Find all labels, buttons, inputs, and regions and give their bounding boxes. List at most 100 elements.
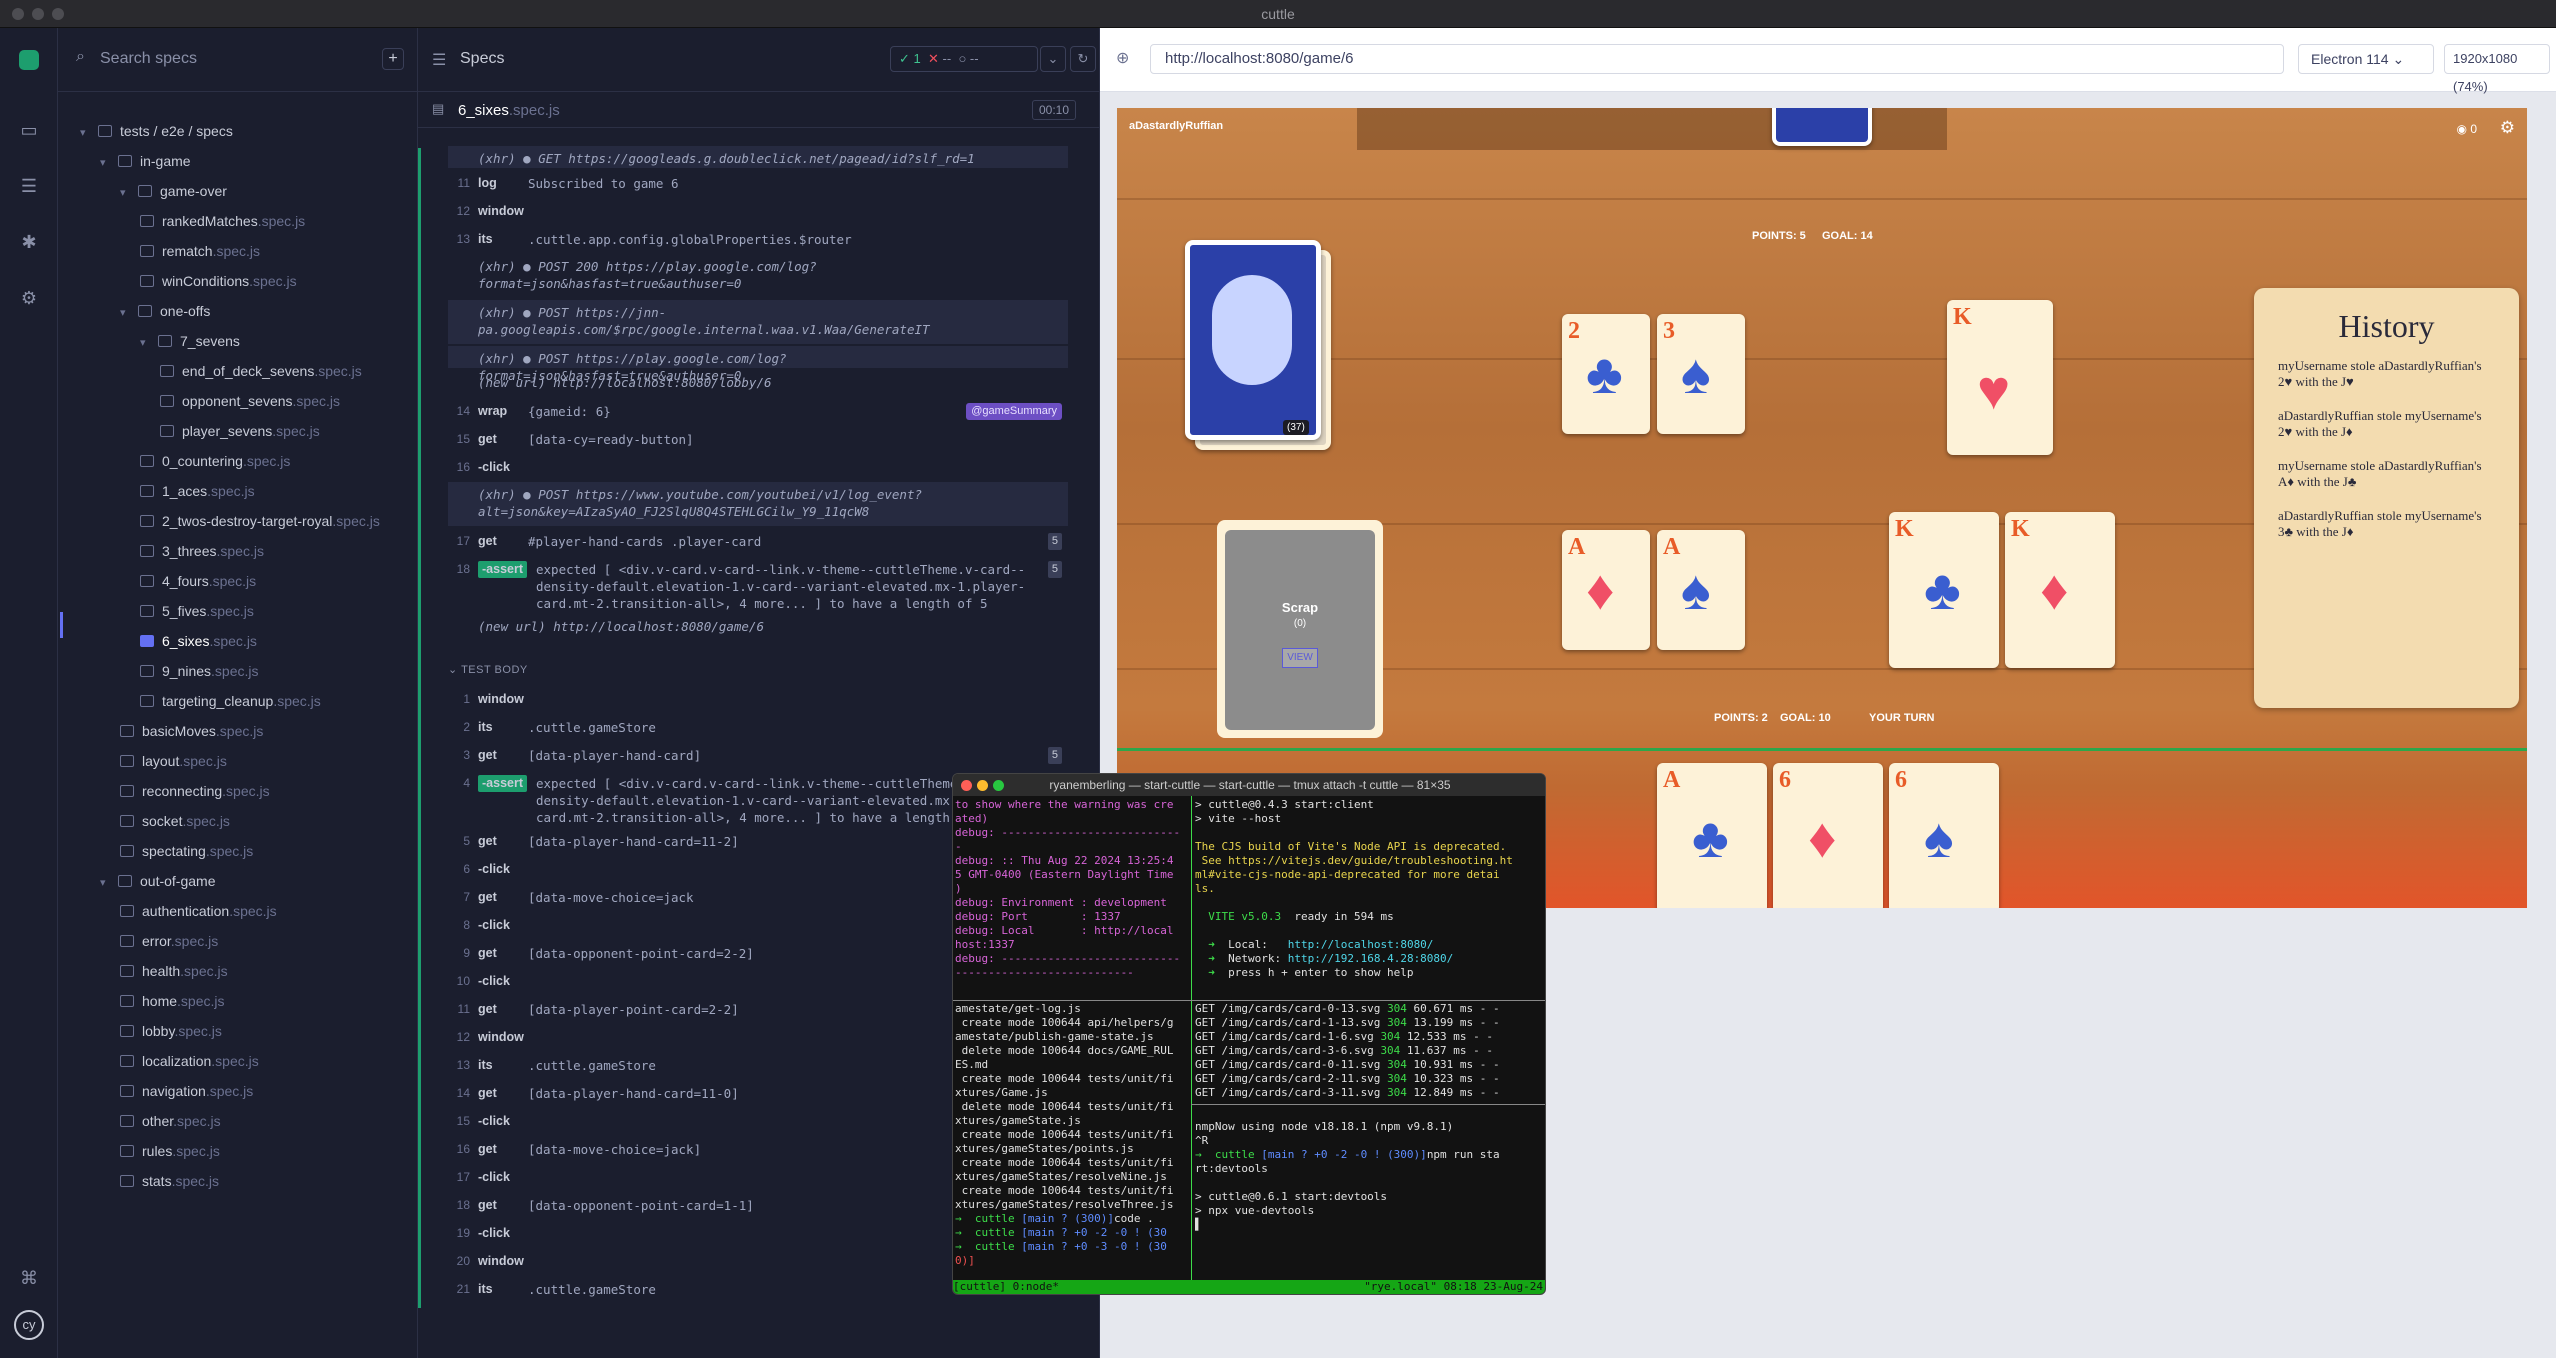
event-row[interactable]: (xhr) ● POST https://www.youtube.com/you…: [448, 482, 1068, 526]
new-spec-button[interactable]: +: [382, 48, 404, 70]
runs-nav-icon[interactable]: ☰: [17, 174, 41, 198]
spec-file[interactable]: 4_fours.spec.js: [140, 566, 256, 596]
settings-gear-icon[interactable]: ⚙: [17, 286, 41, 310]
deck-card[interactable]: [1185, 240, 1321, 440]
command-number: 13: [456, 232, 470, 246]
spec-file[interactable]: health.spec.js: [120, 956, 228, 986]
view-scrap-button[interactable]: VIEW: [1282, 648, 1318, 668]
spec-file[interactable]: targeting_cleanup.spec.js: [140, 686, 321, 716]
spec-file[interactable]: opponent_sevens.spec.js: [160, 386, 340, 416]
terminal-close-button[interactable]: [961, 780, 972, 791]
tree-folder[interactable]: ▾ in-game: [100, 146, 191, 176]
cypress-logo-icon[interactable]: cy: [14, 1310, 44, 1340]
settings-gear-icon[interactable]: ⚙: [2500, 118, 2515, 138]
hand-card[interactable]: 6 ♦: [1773, 763, 1883, 908]
command-name: -click: [478, 974, 510, 988]
viewport-select[interactable]: 1920x1080 (74%): [2444, 44, 2550, 94]
terminal-zoom-button[interactable]: [993, 780, 1004, 791]
event-row[interactable]: (xhr) ● POST 200 https://play.google.com…: [448, 254, 1068, 298]
command-row[interactable]: 3 get [data-player-hand-card] 5: [448, 742, 1068, 768]
tree-ext: .spec.js: [179, 753, 227, 769]
player-royal-card[interactable]: K ♣: [1889, 512, 1999, 668]
event-row[interactable]: (xhr) ● GET https://googleads.g.doublecl…: [448, 146, 1068, 168]
spec-file[interactable]: socket.spec.js: [120, 806, 230, 836]
spec-file[interactable]: localization.spec.js: [120, 1046, 259, 1076]
failed-count: --: [942, 51, 952, 66]
spec-file[interactable]: layout.spec.js: [120, 746, 227, 776]
spec-file[interactable]: stats.spec.js: [120, 1166, 219, 1196]
tree-folder[interactable]: ▾ game-over: [120, 176, 227, 206]
terminal-minimize-button[interactable]: [977, 780, 988, 791]
terminal-window[interactable]: ryanemberling — start-cuttle — start-cut…: [952, 773, 1546, 1295]
event-row[interactable]: (xhr) ● POST https://jnn-pa.googleapis.c…: [448, 300, 1068, 344]
opponent-royal-card[interactable]: K ♥: [1947, 300, 2053, 455]
event-row[interactable]: (new url) http://localhost:8080/game/6: [448, 614, 1068, 638]
rerun-icon[interactable]: ↻: [1070, 46, 1096, 72]
command-row[interactable]: 14 wrap {gameid: 6} @gameSummary: [448, 398, 1068, 424]
command-row[interactable]: 13 its .cuttle.app.config.globalProperties…: [448, 226, 1068, 252]
specs-list-icon[interactable]: ☰: [432, 50, 446, 70]
tree-folder[interactable]: ▾ out-of-game: [100, 866, 215, 896]
spec-file[interactable]: navigation.spec.js: [120, 1076, 253, 1106]
event-row[interactable]: (new url) http://localhost:8080/lobby/6: [448, 370, 1068, 396]
tree-ext: .spec.js: [173, 1113, 221, 1129]
url-bar[interactable]: http://localhost:8080/game/6: [1150, 44, 2284, 74]
tree-folder[interactable]: ▾ one-offs: [120, 296, 210, 326]
spec-file[interactable]: 5_fives.spec.js: [140, 596, 254, 626]
hand-card[interactable]: A ♣: [1657, 763, 1767, 908]
spec-file[interactable]: 2_twos-destroy-target-royal.spec.js: [140, 506, 380, 536]
browser-select[interactable]: Electron 114 ⌄: [2298, 44, 2434, 74]
event-row[interactable]: (xhr) ● POST https://play.google.com/log…: [448, 346, 1068, 383]
spec-file[interactable]: other.spec.js: [120, 1106, 221, 1136]
tree-folder[interactable]: ▾ 7_sevens: [140, 326, 240, 356]
crosshair-selector-icon[interactable]: ⊕: [1116, 48, 1129, 68]
scrap-pile[interactable]: Scrap (0) VIEW: [1217, 520, 1383, 738]
player-royal-card[interactable]: K ♦: [2005, 512, 2115, 668]
chevron-down-icon[interactable]: ⌄: [1040, 46, 1066, 72]
command-row[interactable]: 12 window: [448, 198, 1068, 224]
command-row[interactable]: 17 get #player-hand-cards .player-card 5: [448, 528, 1068, 554]
hand-card[interactable]: 6 ♠: [1889, 763, 1999, 908]
spec-file[interactable]: player_sevens.spec.js: [160, 416, 320, 446]
player-point-card[interactable]: A ♦: [1562, 530, 1650, 650]
player-point-card[interactable]: A ♠: [1657, 530, 1745, 650]
spec-file[interactable]: rankedMatches.spec.js: [140, 206, 305, 236]
spec-file[interactable]: home.spec.js: [120, 986, 225, 1016]
command-row[interactable]: 15 get [data-cy=ready-button]: [448, 426, 1068, 452]
opponent-point-card[interactable]: 2 ♣: [1562, 314, 1650, 434]
project-icon[interactable]: [19, 50, 39, 70]
debug-nav-icon[interactable]: ✱: [17, 230, 41, 254]
command-row[interactable]: 11 log Subscribed to game 6: [448, 170, 1068, 196]
test-body-header[interactable]: ⌄ TEST BODY: [448, 663, 528, 676]
spec-file[interactable]: spectating.spec.js: [120, 836, 253, 866]
spec-file[interactable]: authentication.spec.js: [120, 896, 277, 926]
command-row[interactable]: 18 -assert expected [ <div.v-card.v-card--…: [448, 556, 1068, 612]
command-row[interactable]: 16 -click: [448, 454, 1068, 480]
spec-file[interactable]: 0_countering.spec.js: [140, 446, 290, 476]
spec-file[interactable]: 3_threes.spec.js: [140, 536, 264, 566]
spec-file[interactable]: rules.spec.js: [120, 1136, 220, 1166]
command-number: 15: [456, 432, 470, 446]
tree-root-folder[interactable]: ▾ tests / e2e / specs: [80, 116, 233, 146]
spec-file[interactable]: error.spec.js: [120, 926, 218, 956]
tree-ext: .spec.js: [211, 1053, 259, 1069]
opponent-point-card[interactable]: 3 ♠: [1657, 314, 1745, 434]
spec-file[interactable]: winConditions.spec.js: [140, 266, 297, 296]
spec-file[interactable]: basicMoves.spec.js: [120, 716, 263, 746]
spec-file[interactable]: 1_aces.spec.js: [140, 476, 255, 506]
spec-file[interactable]: lobby.spec.js: [120, 1016, 222, 1046]
spec-file[interactable]: reconnecting.spec.js: [120, 776, 270, 806]
spec-file[interactable]: 6_sixes.spec.js: [140, 626, 257, 656]
command-row[interactable]: 1 window: [448, 686, 1068, 712]
spec-search-input[interactable]: Search specs: [100, 50, 197, 68]
keyboard-shortcuts-icon[interactable]: ⌘: [17, 1266, 41, 1290]
spec-file[interactable]: 9_nines.spec.js: [140, 656, 259, 686]
specs-nav-icon[interactable]: ▭: [17, 118, 41, 142]
folder-icon: [118, 875, 132, 887]
spec-file[interactable]: rematch.spec.js: [140, 236, 260, 266]
spectator-eye-icon: ◉ 0: [2456, 122, 2478, 136]
command-row[interactable]: 2 its .cuttle.gameStore: [448, 714, 1068, 740]
tree-ext: .spec.js: [215, 723, 264, 739]
tree-label: stats: [142, 1173, 172, 1189]
spec-file[interactable]: end_of_deck_sevens.spec.js: [160, 356, 362, 386]
